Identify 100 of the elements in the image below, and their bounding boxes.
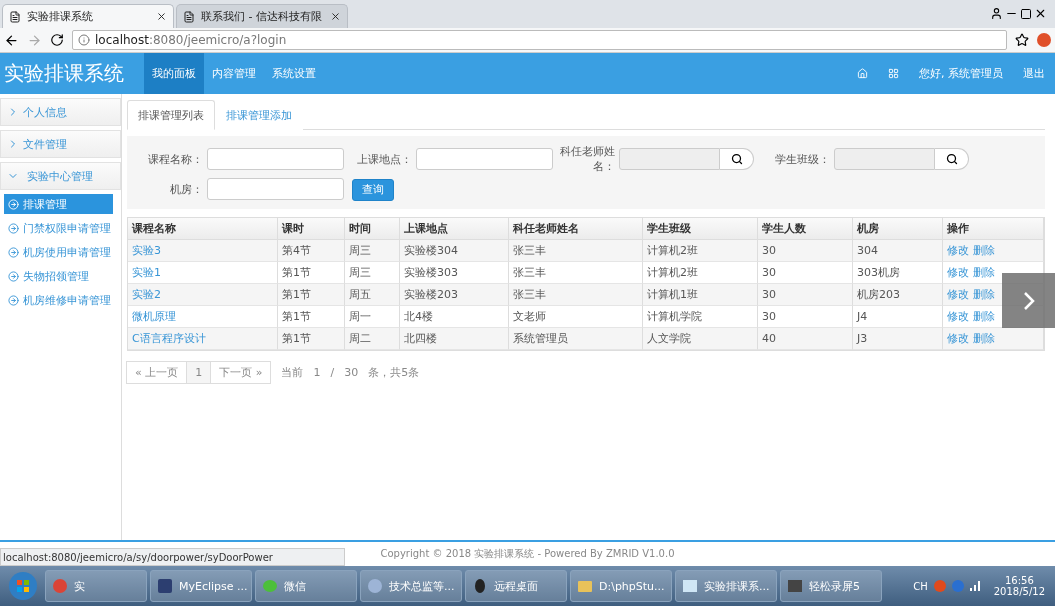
page-icon (9, 10, 21, 23)
input-field[interactable] (207, 148, 344, 170)
back-icon[interactable] (4, 32, 19, 48)
sidebar-item[interactable]: 机房维修申请管理 (4, 290, 113, 310)
taskbar-item[interactable]: D:\phpStu... (570, 570, 672, 602)
search-icon[interactable] (730, 153, 743, 165)
table-cell: 30 (758, 305, 853, 328)
table-cell: 303机房 (853, 261, 943, 284)
column-header[interactable]: 课程名称 (128, 217, 278, 240)
table-cell: 人文学院 (643, 327, 758, 350)
table-cell: 周三 (345, 261, 400, 284)
language-indicator[interactable]: CH (913, 580, 928, 592)
nav-item[interactable]: 系统设置 (264, 53, 324, 94)
action-link[interactable]: 删除 (973, 286, 995, 302)
action-link[interactable]: 修改 (947, 264, 969, 280)
action-link[interactable]: 修改 (947, 308, 969, 324)
action-link[interactable]: 删除 (973, 330, 995, 346)
course-link[interactable]: 实验3 (128, 239, 278, 262)
sidebar-group[interactable]: 个人信息 (0, 98, 121, 126)
taskbar-item[interactable]: MyEclipse ... (150, 570, 252, 602)
page-info: 当前 (281, 364, 304, 380)
course-link[interactable]: C语言程序设计 (128, 327, 278, 350)
page-icon (183, 10, 195, 23)
taskbar-item[interactable]: 技术总监等... (360, 570, 462, 602)
sidebar-item[interactable]: 门禁权限申请管理 (4, 218, 113, 238)
input-field[interactable] (416, 148, 553, 170)
action-link[interactable]: 修改 (947, 286, 969, 302)
user-greeting[interactable]: 您好, 系统管理员 (909, 53, 1013, 94)
taskbar-item[interactable]: 微信 (255, 570, 357, 602)
nav-item[interactable]: 我的面板 (144, 53, 204, 94)
column-header[interactable]: 机房 (853, 217, 943, 240)
filter-label: 学生班级： (774, 151, 831, 167)
column-header[interactable]: 科任老师姓名 (509, 217, 643, 240)
query-button[interactable]: 查询 (352, 178, 394, 201)
table-cell: 实验楼303 (400, 261, 509, 284)
table-cell: 张三丰 (509, 261, 643, 284)
action-link[interactable]: 删除 (973, 264, 995, 280)
content-tab[interactable]: 排课管理列表 (127, 100, 215, 130)
home-icon[interactable] (857, 68, 868, 79)
taskbar-item[interactable]: 远程桌面 (465, 570, 567, 602)
column-header[interactable]: 时间 (345, 217, 400, 240)
taskbar-item[interactable]: 实验排课系... (675, 570, 777, 602)
browser-tab[interactable]: 实验排课系统 (2, 4, 174, 28)
table-cell: 周二 (345, 327, 400, 350)
grid-icon[interactable] (888, 68, 899, 79)
next-page-button[interactable]: 下一页 » (210, 360, 272, 384)
table-cell: 30 (758, 239, 853, 262)
table-cell: 实验楼304 (400, 239, 509, 262)
footer-copyright: Copyright © 2018 实验排课系统 - Powered By ZMRID V1.0.0 (380, 547, 675, 561)
close-icon[interactable] (330, 11, 341, 22)
column-header[interactable]: 上课地点 (400, 217, 509, 240)
course-link[interactable]: 实验1 (128, 261, 278, 284)
maximize-icon[interactable] (1020, 8, 1032, 20)
close-icon[interactable] (156, 11, 167, 22)
app-icon (577, 578, 593, 594)
forward-icon[interactable] (27, 32, 42, 48)
search-field[interactable] (619, 148, 754, 170)
group-label: 实验中心管理 (27, 168, 93, 184)
user-icon[interactable] (990, 7, 1003, 20)
action-link[interactable]: 删除 (973, 242, 995, 258)
logout-link[interactable]: 退出 (1013, 53, 1055, 94)
search-icon[interactable] (945, 153, 958, 165)
filter-label: 上课地点： (356, 151, 413, 167)
next-arrow-button[interactable] (1002, 273, 1055, 328)
taskbar-item[interactable]: 实 (45, 570, 147, 602)
extension-icon[interactable] (1037, 33, 1051, 47)
action-link[interactable]: 修改 (947, 242, 969, 258)
info-icon (78, 34, 90, 46)
taskbar-item[interactable]: 轻松录屏5 (780, 570, 882, 602)
prev-page-button[interactable]: « 上一页 (126, 360, 188, 384)
sidebar-item[interactable]: 机房使用申请管理 (4, 242, 113, 262)
column-header[interactable]: 学生班级 (643, 217, 758, 240)
input-field[interactable] (207, 178, 344, 201)
close-icon[interactable] (1034, 7, 1047, 20)
reload-icon[interactable] (50, 33, 64, 47)
column-header[interactable]: 学生人数 (758, 217, 853, 240)
column-header[interactable]: 课时 (278, 217, 345, 240)
sidebar-item[interactable]: 排课管理 (4, 194, 113, 214)
table-cell: 第1节 (278, 305, 345, 328)
table-cell: 30 (758, 283, 853, 306)
table-cell: 第1节 (278, 327, 345, 350)
sidebar-group[interactable]: 文件管理 (0, 130, 121, 158)
page-button[interactable]: 1 (186, 360, 212, 384)
sidebar-item[interactable]: 失物招领管理 (4, 266, 113, 286)
filter-label: 机房： (169, 181, 204, 197)
table-cell: 周一 (345, 305, 400, 328)
signal-icon (969, 581, 982, 591)
bookmark-icon[interactable] (1015, 33, 1029, 47)
action-link[interactable]: 修改 (947, 330, 969, 346)
nav-item[interactable]: 内容管理 (204, 53, 264, 94)
app-icon (472, 578, 488, 594)
status-url: localhost:8080/jeemicro/a/sy/doorpower/syDoorPower (0, 548, 345, 566)
action-link[interactable]: 删除 (973, 308, 995, 324)
course-link[interactable]: 实验2 (128, 283, 278, 306)
sidebar-group[interactable]: 实验中心管理 (0, 162, 121, 190)
course-link[interactable]: 微机原理 (128, 305, 278, 328)
address-field[interactable]: localhost:8080/jeemicro/a?login (72, 30, 1007, 50)
column-header[interactable]: 操作 (943, 217, 1044, 240)
browser-tab[interactable]: 联系我们 - 信达科技有限 (176, 4, 348, 28)
search-field[interactable] (834, 148, 969, 170)
